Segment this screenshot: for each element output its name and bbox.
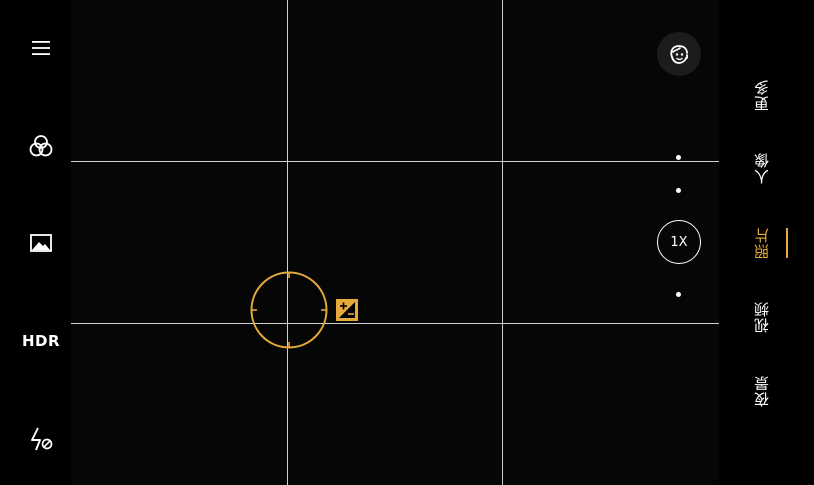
exposure-compensation-button[interactable] [336, 299, 358, 321]
color-filter-icon [29, 135, 53, 157]
focus-ring[interactable] [250, 271, 328, 349]
beauty-mode-button[interactable] [657, 32, 701, 76]
menu-button[interactable] [20, 27, 62, 69]
mode-more[interactable]: 更多 [749, 75, 775, 115]
camera-mode-selector: 更多 人像 照片 视频 夜景 [719, 0, 814, 485]
zoom-level-dot[interactable] [676, 188, 681, 193]
focus-target-icon [250, 271, 328, 349]
mode-label: 照片 [752, 227, 771, 259]
mode-portrait[interactable]: 人像 [749, 148, 775, 188]
mode-label: 更多 [752, 79, 771, 111]
mode-photo[interactable]: 照片 [749, 223, 775, 263]
flash-button[interactable] [20, 418, 62, 460]
grid-line [71, 323, 719, 324]
camera-viewfinder[interactable]: 1X [71, 0, 719, 485]
hdr-label: HDR [21, 331, 61, 350]
hdr-button[interactable]: HDR [20, 320, 62, 362]
left-control-bar: HDR [0, 0, 71, 485]
active-mode-indicator [786, 228, 788, 258]
grid-line [287, 0, 288, 485]
face-beauty-icon [670, 45, 688, 64]
flash-auto-icon [31, 427, 53, 451]
grid-line [502, 0, 503, 485]
mode-label: 夜景 [752, 375, 771, 407]
zoom-button[interactable]: 1X [657, 220, 701, 264]
zoom-level-dot[interactable] [676, 155, 681, 160]
filter-button[interactable] [20, 125, 62, 167]
mode-label: 人像 [752, 152, 771, 184]
exposure-compensation-icon [336, 299, 358, 321]
camera-screen: HDR 1X 更多 人像 照片 视频 夜景 [0, 0, 814, 485]
hamburger-menu-icon [32, 41, 50, 55]
image-gallery-icon [30, 234, 52, 252]
mode-label: 视频 [752, 301, 771, 333]
zoom-level-dot[interactable] [676, 292, 681, 297]
gallery-button[interactable] [20, 222, 62, 264]
mode-night[interactable]: 夜景 [749, 371, 775, 411]
mode-video[interactable]: 视频 [749, 297, 775, 337]
grid-line [71, 161, 719, 162]
